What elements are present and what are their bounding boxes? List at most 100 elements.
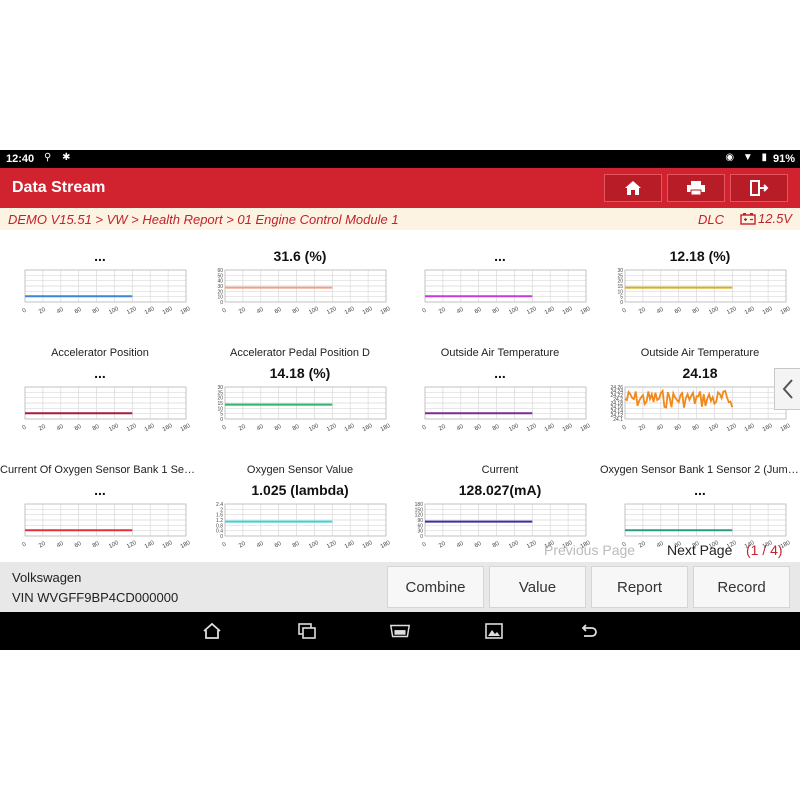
data-stream-item[interactable]: ... 0 20 40 60 80 100 120 140 160 180 — [0, 230, 200, 347]
next-page-button[interactable]: Next Page — [667, 542, 732, 558]
y-tick-label: 24.1 — [613, 417, 623, 423]
x-tick-label: 120 — [726, 306, 738, 316]
vehicle-make: Volkswagen — [12, 570, 82, 585]
x-tick-label: 40 — [456, 424, 465, 433]
parameter-value: 128.027(mA) — [458, 482, 542, 498]
x-tick-label: 160 — [762, 306, 774, 316]
x-tick-label: 80 — [292, 307, 301, 316]
x-tick-label: 120 — [326, 306, 338, 316]
x-tick-label: 80 — [92, 307, 101, 316]
bottom-bar: Volkswagen VIN WVGFF9BP4CD000000 Combine… — [0, 562, 800, 612]
mini-graph: 3025201510500 20 40 60 80 100 120 140 160 180 — [617, 268, 792, 316]
x-tick-label: 180 — [580, 423, 592, 433]
mini-graph: 0 20 40 60 80 100 120 140 160 180 — [22, 386, 192, 433]
x-tick-label: 160 — [762, 423, 774, 433]
side-panel-toggle[interactable] — [774, 368, 800, 410]
x-tick-label: 180 — [180, 423, 192, 433]
chevron-left-icon — [782, 379, 793, 399]
data-stream-item[interactable]: Outside Air Temperature... 0 20 40 60 80 100 12… — [400, 347, 600, 464]
parameter-name: Accelerator Pedal Position D — [229, 347, 370, 359]
exit-button[interactable] — [730, 174, 788, 202]
home-button[interactable] — [604, 174, 662, 202]
battery-level: 91% — [772, 153, 795, 165]
x-tick-label: 160 — [562, 423, 574, 433]
mini-graph: 0 20 40 60 80 100 120 140 160 180 — [22, 269, 192, 316]
x-tick-label: 120 — [326, 423, 338, 433]
x-tick-label: 40 — [656, 307, 665, 316]
x-tick-label: 60 — [474, 424, 483, 433]
battery-icon — [740, 212, 756, 225]
nav-back-button[interactable] — [576, 620, 600, 642]
pager: Previous Page Next Page (1 / 4) — [0, 542, 800, 560]
voltage-value: 12.5V — [758, 211, 792, 226]
parameter-value: 31.6 (%) — [273, 248, 327, 264]
y-tick-label: 0 — [220, 300, 223, 306]
print-button[interactable] — [667, 174, 725, 202]
x-tick-label: 80 — [292, 424, 301, 433]
x-tick-label: 100 — [508, 306, 520, 316]
record-button[interactable]: Record — [693, 566, 790, 608]
x-tick-label: 60 — [74, 307, 83, 316]
data-stream-item[interactable]: ... 0 20 40 60 80 100 120 140 160 180 — [400, 230, 600, 347]
previous-page-button[interactable]: Previous Page — [544, 542, 635, 558]
parameter-value: 1.025 (lambda) — [251, 482, 349, 498]
y-tick-label: 0 — [620, 300, 623, 306]
report-button[interactable]: Report — [591, 566, 688, 608]
x-tick-label: 140 — [144, 423, 156, 433]
x-tick-label: 0 — [422, 424, 428, 431]
nav-home-button[interactable] — [200, 620, 224, 642]
nav-gallery-button[interactable] — [482, 620, 506, 642]
x-tick-label: 60 — [274, 424, 283, 433]
home-icon — [625, 181, 641, 195]
usb-icon: ⚲ ✱ — [44, 152, 75, 163]
x-tick-label: 100 — [708, 306, 720, 316]
x-tick-label: 80 — [492, 424, 501, 433]
value-button[interactable]: Value — [489, 566, 586, 608]
data-stream-item[interactable]: Accelerator Pedal Position D 14.18 (%) 30 2… — [200, 347, 400, 464]
nav-recents-button[interactable] — [295, 620, 319, 642]
x-tick-label: 40 — [256, 307, 265, 316]
x-tick-label: 120 — [126, 306, 138, 316]
parameter-name: Oxygen Sensor Bank 1 Sensor 2 (Jump Star… — [600, 464, 800, 476]
x-tick-label: 160 — [562, 306, 574, 316]
x-tick-label: 100 — [108, 423, 120, 433]
page-title: Data Stream — [12, 179, 106, 196]
mini-graph: 0 20 40 60 80 100 120 140 160 180 — [422, 269, 592, 316]
parameter-value: ... — [94, 482, 106, 498]
android-nav-bar — [0, 612, 800, 650]
data-stream-item[interactable]: Outside Air Temperature 24.18 24.26 24.24 24… — [600, 347, 800, 464]
nav-vci-button[interactable] — [388, 620, 412, 642]
page-indicator: (1 / 4) — [746, 542, 783, 558]
x-tick-label: 40 — [656, 424, 665, 433]
x-tick-label: 40 — [56, 424, 65, 433]
x-tick-label: 100 — [308, 423, 320, 433]
parameter-name: Current — [481, 464, 519, 476]
x-tick-label: 180 — [780, 306, 792, 316]
data-stream-item[interactable]: Accelerator Position... 0 20 40 60 80 100 120 14… — [0, 347, 200, 464]
x-tick-label: 100 — [108, 306, 120, 316]
data-stream-item[interactable]: 31.6 (%) 60 50 40 30 20 10 0 0 20 40 60 80 100 120 140 1… — [200, 230, 400, 347]
y-tick-label: 0 — [220, 417, 223, 423]
x-tick-label: 20 — [438, 424, 447, 433]
y-tick-label: 0 — [220, 534, 223, 540]
x-tick-label: 40 — [456, 307, 465, 316]
tablet-screen: 12:40 ⚲ ✱ ◉ ▼ ▮ 91% Data Stream DEMO V15 — [0, 150, 800, 650]
data-stream-item[interactable]: 12.18 (%) 30 25 20 15 10 5 0 0 20 40 60 80 100 120 140 1… — [600, 230, 800, 347]
x-tick-label: 0 — [22, 307, 28, 314]
x-tick-label: 180 — [380, 423, 392, 433]
home-outline-icon — [203, 622, 221, 639]
x-tick-label: 60 — [674, 307, 683, 316]
x-tick-label: 0 — [22, 424, 28, 431]
x-tick-label: 120 — [526, 423, 538, 433]
x-tick-label: 180 — [380, 306, 392, 316]
combine-button[interactable]: Combine — [387, 566, 484, 608]
x-tick-label: 140 — [744, 423, 756, 433]
x-tick-label: 80 — [492, 307, 501, 316]
wifi-icon: ◉ ▼ ▮ — [725, 152, 770, 163]
parameter-value: ... — [694, 482, 706, 498]
status-bar: 12:40 ⚲ ✱ ◉ ▼ ▮ 91% — [0, 150, 800, 168]
x-tick-label: 100 — [708, 423, 720, 433]
x-tick-label: 0 — [622, 424, 628, 431]
x-tick-label: 20 — [638, 307, 647, 316]
breadcrumb-path: DEMO V15.51 > VW > Health Report > 01 En… — [8, 212, 399, 227]
